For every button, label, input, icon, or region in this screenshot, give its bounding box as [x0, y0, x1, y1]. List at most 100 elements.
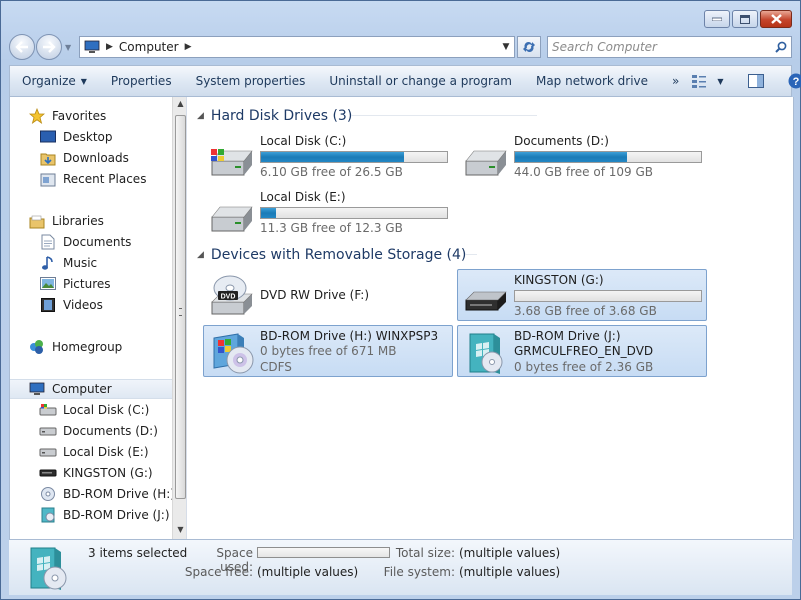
toolbar-right: ▼ ?: [691, 73, 801, 89]
help-icon[interactable]: ?: [788, 73, 801, 89]
breadcrumb-computer[interactable]: Computer: [119, 40, 179, 54]
system-properties-button[interactable]: System properties: [184, 74, 318, 88]
maximize-icon: [740, 14, 750, 24]
nav-pictures-label: Pictures: [63, 277, 111, 291]
forward-arrow-icon: [43, 41, 56, 53]
drive-tile-h[interactable]: BD-ROM Drive (H:) WINXPSP3 0 bytes free …: [203, 325, 453, 377]
nav-downloads[interactable]: Downloads: [39, 148, 129, 168]
breadcrumb-arrow-icon[interactable]: ▶: [106, 42, 113, 52]
more-commands-button[interactable]: »: [660, 74, 691, 88]
nav-favorites[interactable]: Favorites: [28, 106, 106, 126]
view-options-icon[interactable]: [691, 74, 707, 88]
drive-tile-e[interactable]: Local Disk (E:) 11.3 GB free of 12.3 GB: [203, 186, 453, 238]
svg-text:DVD: DVD: [221, 294, 236, 301]
drive-tile-g[interactable]: KINGSTON (G:) 3.68 GB free of 3.68 GB: [457, 269, 707, 321]
nav-drive-g[interactable]: KINGSTON (G:): [39, 463, 153, 483]
nav-drive-j[interactable]: BD-ROM Drive (J:) GRMCULFREO_EN_DVD: [39, 505, 172, 525]
drive-tile-d[interactable]: Documents (D:) 44.0 GB free of 109 GB: [457, 130, 707, 182]
group-header-removable[interactable]: ◢ Devices with Removable Storage (4): [197, 244, 477, 266]
music-icon: [39, 255, 57, 271]
group-title-removable: Devices with Removable Storage (4): [210, 247, 467, 263]
nav-drive-e[interactable]: Local Disk (E:): [39, 442, 149, 462]
collapse-triangle-icon[interactable]: ◢: [197, 250, 204, 260]
nav-drive-j-label: BD-ROM Drive (J:) GRMCULFREO_EN_DVD: [63, 508, 172, 522]
search-placeholder: Search Computer: [552, 40, 657, 54]
hard-drive-icon: [39, 423, 57, 439]
hard-drive-icon: [211, 206, 253, 232]
nav-scrollbar[interactable]: ▲ ▼: [172, 97, 187, 539]
drive-free-space: 11.3 GB free of 12.3 GB: [260, 221, 403, 235]
drive-free-space: 0 bytes free of 671 MB: [260, 344, 397, 358]
group-header-hard-disk[interactable]: ◢ Hard Disk Drives (3): [197, 105, 537, 127]
view-dropdown-icon[interactable]: ▼: [717, 77, 723, 86]
nav-documents[interactable]: Documents: [39, 232, 131, 252]
search-input[interactable]: Search Computer: [547, 36, 792, 58]
nav-drive-g-label: KINGSTON (G:): [63, 466, 153, 480]
drive-name: Documents (D:): [514, 134, 609, 148]
drive-name: Local Disk (E:): [260, 190, 346, 204]
nav-videos[interactable]: Videos: [39, 295, 103, 315]
search-icon[interactable]: [775, 41, 787, 53]
videos-icon: [39, 297, 57, 313]
organize-menu[interactable]: Organize ▼: [10, 74, 99, 88]
nav-recent-places[interactable]: Recent Places: [39, 169, 146, 189]
properties-button[interactable]: Properties: [99, 74, 184, 88]
chevron-down-icon: ▼: [80, 76, 87, 86]
recent-pages-dropdown[interactable]: ▼: [65, 43, 75, 52]
drive-tile-f[interactable]: DVD DVD RW Drive (F:): [203, 269, 453, 321]
minimize-icon: [712, 17, 722, 21]
nav-music-label: Music: [63, 256, 98, 270]
nav-desktop[interactable]: Desktop: [39, 127, 113, 147]
drive-free-space: 44.0 GB free of 109 GB: [514, 165, 653, 179]
forward-button[interactable]: [36, 34, 62, 60]
caption-buttons: [704, 10, 792, 28]
file-system-label: File system:: [383, 565, 455, 579]
back-button[interactable]: [9, 34, 35, 60]
preview-pane-icon[interactable]: [747, 74, 764, 88]
pictures-icon: [39, 276, 57, 292]
nav-pictures[interactable]: Pictures: [39, 274, 111, 294]
hard-drive-icon: [39, 444, 57, 460]
drive-name: Local Disk (C:): [260, 134, 347, 148]
scroll-thumb[interactable]: [175, 115, 186, 499]
computer-icon: [28, 381, 46, 397]
address-dropdown-icon[interactable]: ▼: [498, 42, 514, 52]
nav-favorites-label: Favorites: [52, 109, 107, 123]
nav-drive-h[interactable]: BD-ROM Drive (H:) WINXPSP3: [39, 484, 172, 504]
windows-drive-icon: [39, 402, 57, 418]
nav-libraries[interactable]: Libraries: [28, 211, 104, 231]
drive-tile-c[interactable]: Local Disk (C:) 6.10 GB free of 26.5 GB: [203, 130, 453, 182]
address-bar[interactable]: ▶ Computer ▶ ▼: [79, 36, 515, 58]
drive-volume-label: GRMCULFREO_EN_DVD: [514, 344, 654, 358]
maximize-button[interactable]: [732, 10, 758, 28]
grip-icon: [179, 308, 182, 316]
total-size-value: (multiple values): [459, 546, 561, 560]
uninstall-program-button[interactable]: Uninstall or change a program: [317, 74, 524, 88]
navigation-tree: Favorites Desktop Downloads Recent Place…: [10, 97, 172, 539]
nav-computer[interactable]: Computer: [10, 379, 172, 399]
windows-dvd-icon: [469, 333, 503, 374]
details-pane: 3 items selected Space used: Space free:…: [9, 539, 792, 595]
libraries-icon: [28, 213, 46, 229]
nav-drive-d[interactable]: Documents (D:): [39, 421, 158, 441]
drive-name: KINGSTON (G:): [514, 273, 604, 287]
nav-music[interactable]: Music: [39, 253, 97, 273]
windows-setup-disc-icon: [213, 333, 254, 374]
drive-tile-j[interactable]: BD-ROM Drive (J:) GRMCULFREO_EN_DVD 0 by…: [457, 325, 707, 377]
map-network-drive-button[interactable]: Map network drive: [524, 74, 660, 88]
nav-homegroup[interactable]: Homegroup: [28, 337, 122, 357]
address-row: ▼ ▶ Computer ▶ ▼ Search Computer: [9, 34, 792, 60]
computer-icon: [84, 40, 100, 53]
documents-icon: [39, 234, 57, 250]
close-button[interactable]: [760, 10, 792, 28]
nav-drive-d-label: Documents (D:): [63, 424, 158, 438]
refresh-button[interactable]: [517, 36, 541, 58]
nav-downloads-label: Downloads: [63, 151, 129, 165]
star-icon: [28, 108, 46, 124]
nav-drive-c[interactable]: Local Disk (C:): [39, 400, 149, 420]
explorer-window: ▼ ▶ Computer ▶ ▼ Search Computer Organiz…: [0, 0, 801, 600]
breadcrumb-arrow-icon[interactable]: ▶: [185, 42, 192, 52]
close-icon: [770, 14, 782, 24]
collapse-triangle-icon[interactable]: ◢: [197, 111, 204, 121]
minimize-button[interactable]: [704, 10, 730, 28]
